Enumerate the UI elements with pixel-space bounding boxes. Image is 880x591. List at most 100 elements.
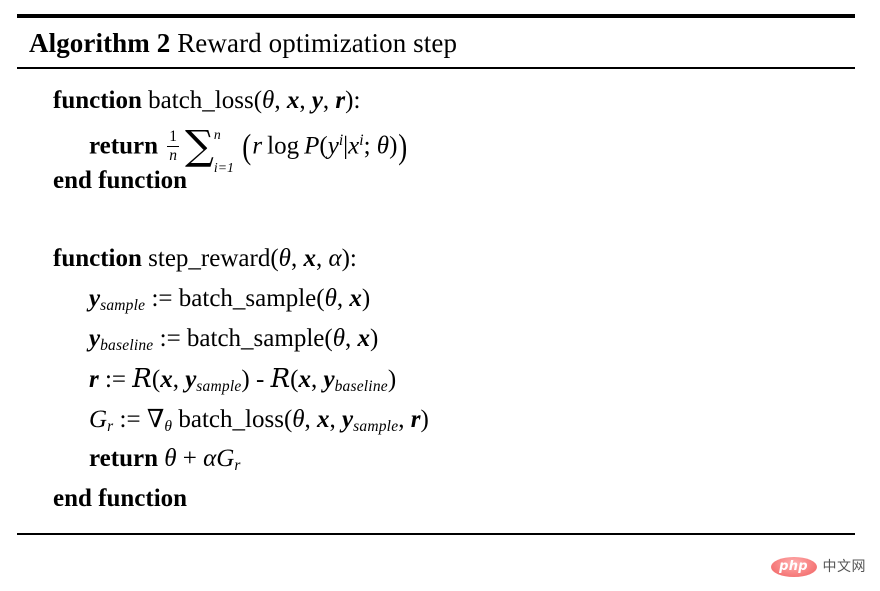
algorithm-bottom-rule <box>17 533 855 535</box>
algorithm-line-end-function-1: end function <box>17 161 855 201</box>
assign-operator: := <box>159 325 181 352</box>
symbol-vec-x: x <box>317 406 330 433</box>
symbol-theta: θ <box>376 132 390 160</box>
symbol-vec-x: x <box>286 87 300 114</box>
keyword-end-function: end function <box>53 485 188 512</box>
symbol-y: y <box>327 132 339 160</box>
comma: , <box>329 406 343 433</box>
function-call-batch-sample: batch_sample <box>186 325 325 352</box>
symbol-theta: θ <box>164 445 177 472</box>
symbol-theta: θ <box>262 87 275 114</box>
comma: , <box>336 285 350 312</box>
comma: , <box>310 366 324 393</box>
comma: , <box>315 245 329 272</box>
subscript-baseline: baseline <box>100 336 154 354</box>
symbol-probability: P <box>304 132 320 160</box>
assign-operator: := <box>119 406 141 433</box>
comma: , <box>172 366 186 393</box>
symbol-vec-y: y <box>185 366 197 393</box>
algorithm-line-assign-reward: r := R(x, ysample) - R(x, ybaseline) <box>17 359 855 399</box>
algorithm-label: Algorithm 2 <box>29 28 171 58</box>
subscript-sample: sample <box>196 377 242 395</box>
paren-close: ) <box>369 325 379 352</box>
symbol-reward-function: R <box>270 364 291 394</box>
symbol-vec-y: y <box>342 406 354 433</box>
comma: , <box>304 406 318 433</box>
algorithm-line-assign-y-baseline: ybaseline := batch_sample(θ, x) <box>17 319 855 359</box>
symbol-vec-x: x <box>349 285 362 312</box>
paren-close: ) <box>387 366 397 393</box>
keyword-function: function <box>53 245 142 272</box>
comma: , <box>274 87 287 114</box>
algorithm-caption: Algorithm 2 Reward optimization step <box>17 18 855 67</box>
paren-close-colon: ): <box>345 87 361 114</box>
function-call-batch-loss: batch_loss <box>178 406 284 433</box>
symbol-vec-y: y <box>323 366 335 393</box>
algorithm-line-assign-y-sample: ysample := batch_sample(θ, x) <box>17 279 855 319</box>
paren-close: ) <box>241 366 250 393</box>
algorithm-line-assign-gradient: Gr := ∇θ batch_loss(θ, x, ysample, r) <box>17 399 855 439</box>
comma: , <box>398 406 411 433</box>
comma: , <box>344 325 358 352</box>
paren-close: ) <box>361 285 371 312</box>
function-call-batch-sample: batch_sample <box>178 285 317 312</box>
subscript-sample: sample <box>353 417 399 435</box>
subscript-theta: θ <box>164 417 173 435</box>
paren-open: ( <box>324 325 333 352</box>
paren-open: ( <box>319 132 328 160</box>
assign-operator: := <box>151 285 173 312</box>
algorithm-float: Algorithm 2 Reward optimization step fun… <box>17 14 855 535</box>
algorithm-line-blank <box>17 201 855 239</box>
watermark: php 中文网 <box>770 557 867 577</box>
nabla-icon: ∇ <box>146 404 165 433</box>
symbol-alpha: α <box>203 445 217 472</box>
symbol-theta: θ <box>332 325 345 352</box>
big-paren-close: ) <box>398 128 408 167</box>
paren-open: ( <box>253 87 263 114</box>
fraction-one-over-n: 1n <box>167 129 179 164</box>
algorithm-line-function-step-reward: function step_reward(θ, x, α): <box>17 239 855 279</box>
symbol-theta: θ <box>292 406 305 433</box>
paren-open: ( <box>316 285 325 312</box>
comma: , <box>290 245 304 272</box>
keyword-end-function: end function <box>53 167 188 194</box>
paren-open: ( <box>151 366 161 393</box>
semicolon: ; <box>363 132 377 160</box>
paren-close: ) <box>420 406 429 433</box>
symbol-vec-y: y <box>89 285 101 312</box>
subscript-r: r <box>107 417 114 435</box>
keyword-return: return <box>89 132 158 160</box>
summation-upper-limit: n <box>213 126 221 142</box>
plus-operator: + <box>182 445 197 472</box>
log-operator: log <box>267 132 300 160</box>
sigma-icon: ∑ <box>184 121 214 170</box>
symbol-vec-x: x <box>303 245 316 272</box>
symbol-vec-y: y <box>89 325 101 352</box>
subscript-baseline: baseline <box>334 377 388 395</box>
function-name-step-reward: step_reward <box>148 245 271 272</box>
keyword-function: function <box>53 87 142 114</box>
algorithm-line-end-function-2: end function <box>17 479 855 519</box>
minus-operator: - <box>256 366 265 393</box>
big-paren-open: ( <box>242 128 252 167</box>
function-name-batch-loss: batch_loss <box>148 87 254 114</box>
symbol-vec-r: r <box>335 87 346 114</box>
symbol-reward-function: R <box>132 364 152 394</box>
paren-close-colon: ): <box>341 245 357 272</box>
summation-lower-limit: i=1 <box>213 160 234 176</box>
fraction-numerator: 1 <box>167 128 179 148</box>
keyword-return: return <box>89 445 158 472</box>
php-logo-icon: php <box>770 557 817 577</box>
symbol-gradient-g: G <box>89 406 108 433</box>
symbol-r-scalar: r <box>252 132 263 160</box>
assign-operator: := <box>104 366 127 393</box>
symbol-vec-r: r <box>410 406 421 433</box>
comma: , <box>299 87 312 114</box>
symbol-theta: θ <box>278 245 291 272</box>
algorithm-line-function-batch-loss: function batch_loss(θ, x, y, r): <box>17 81 855 121</box>
subscript-sample: sample <box>100 296 146 314</box>
algorithm-line-return-loss: return 1 n ∑ n i=1 (r log P(yi|xi; θ)) <box>17 121 855 175</box>
symbol-vec-y: y <box>311 87 323 114</box>
paren-open: ( <box>270 245 279 272</box>
comma: , <box>322 87 336 114</box>
